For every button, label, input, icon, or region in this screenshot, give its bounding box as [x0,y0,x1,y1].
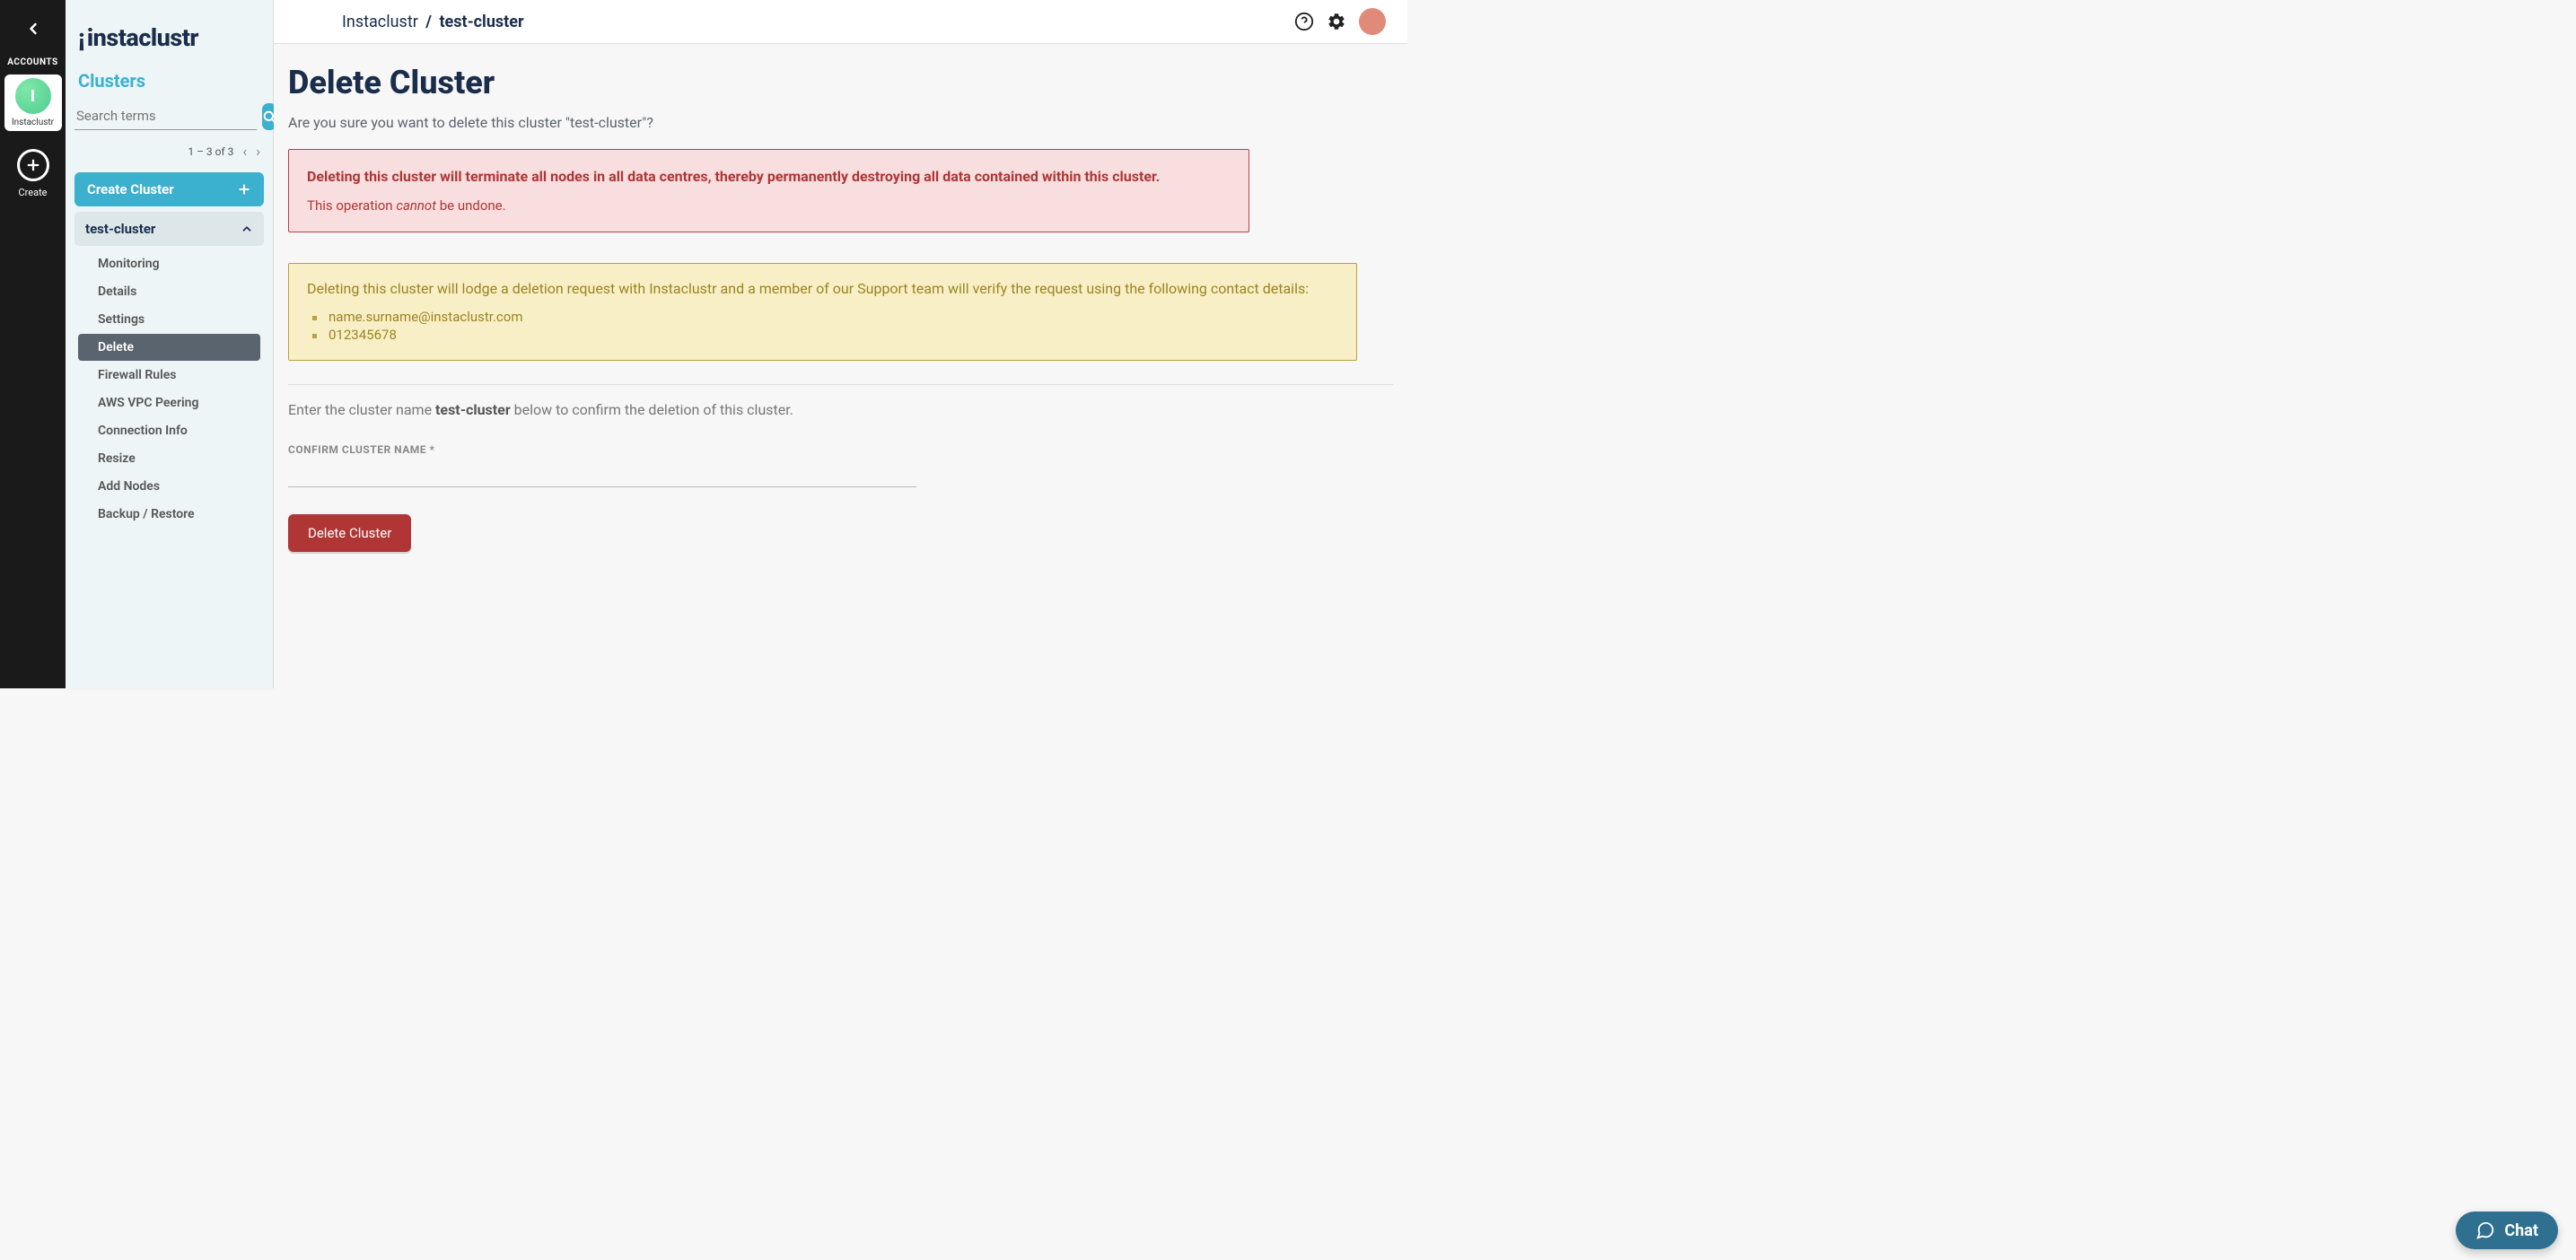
gear-icon [1327,12,1346,31]
accounts-label: ACCOUNTS [7,57,57,67]
sidebar: ¡instaclustr Clusters 1 – 3 of 3 ‹ › Cre… [66,0,274,688]
confirm-instruction: Enter the cluster name test-cluster belo… [288,401,1393,418]
left-rail: ACCOUNTS I Instaclustr Create [0,0,66,688]
plus-icon [237,182,251,197]
content: Delete Cluster Are you sure you want to … [274,44,1407,588]
nav-monitoring[interactable]: Monitoring [78,250,260,277]
nav-details[interactable]: Details [78,278,260,305]
pager-text: 1 – 3 of 3 [188,145,233,158]
nav-resize[interactable]: Resize [78,445,260,472]
create-account-label: Create [18,187,47,198]
warning-message: Deleting this cluster will lodge a delet… [307,280,1338,297]
page-subtitle: Are you sure you want to delete this clu… [288,114,1393,131]
danger-line1: Deleting this cluster will terminate all… [307,168,1231,185]
crumb-current[interactable]: test-cluster [439,13,523,31]
cluster-toggle[interactable]: test-cluster [74,212,264,246]
account-name: Instaclustr [12,118,54,127]
nav-add-nodes[interactable]: Add Nodes [78,473,260,500]
cluster-nav: Monitoring Details Settings Delete Firew… [66,246,273,532]
main: Instaclustr / test-cluster Delete Cluste… [274,0,1407,688]
chat-label: Chat [2504,1221,2538,1240]
nav-vpc-peering[interactable]: AWS VPC Peering [78,389,260,416]
sidebar-heading: Clusters [66,70,273,102]
pager-prev[interactable]: ‹ [242,143,247,160]
breadcrumb: Instaclustr / test-cluster [342,13,524,31]
divider [288,384,1393,385]
user-avatar[interactable] [1359,8,1386,35]
back-button[interactable] [19,14,48,43]
settings-button[interactable] [1327,12,1346,31]
chat-icon [2475,1221,2495,1240]
chevron-up-icon [241,223,253,235]
danger-line2: This operation cannot be undone. [307,197,1231,214]
crumb-sep: / [425,13,432,31]
nav-delete[interactable]: Delete [78,334,260,361]
logo: ¡instaclustr [66,14,273,70]
nav-firewall[interactable]: Firewall Rules [78,362,260,389]
topbar: Instaclustr / test-cluster [274,0,1407,44]
nav-backup-restore[interactable]: Backup / Restore [78,501,260,528]
account-badge[interactable]: I Instaclustr [4,74,62,131]
create-account-button[interactable]: Create [17,149,49,198]
contact-phone: 012345678 [312,326,1338,344]
confirm-cluster-name-input[interactable] [288,459,916,487]
nav-connection-info[interactable]: Connection Info [78,417,260,444]
contact-email: name.surname@instaclustr.com [312,308,1338,326]
warning-alert: Deleting this cluster will lodge a delet… [288,263,1357,361]
page-title: Delete Cluster [288,64,1393,101]
danger-alert: Deleting this cluster will terminate all… [288,149,1249,232]
contact-list: name.surname@instaclustr.com 012345678 [307,308,1338,344]
search-input[interactable] [74,102,257,130]
pager: 1 – 3 of 3 ‹ › [66,130,273,172]
nav-settings[interactable]: Settings [78,306,260,333]
delete-cluster-button[interactable]: Delete Cluster [288,514,411,552]
chat-widget[interactable]: Chat [2456,1212,2558,1249]
confirm-field-label: CONFIRM CLUSTER NAME * [288,443,1393,456]
plus-icon [17,149,49,181]
chevron-left-icon [24,20,42,38]
help-icon [1294,12,1314,31]
create-cluster-button[interactable]: Create Cluster [74,172,264,206]
account-avatar: I [15,78,51,114]
crumb-root[interactable]: Instaclustr [342,13,418,31]
pager-next[interactable]: › [256,143,260,160]
help-button[interactable] [1294,12,1314,31]
